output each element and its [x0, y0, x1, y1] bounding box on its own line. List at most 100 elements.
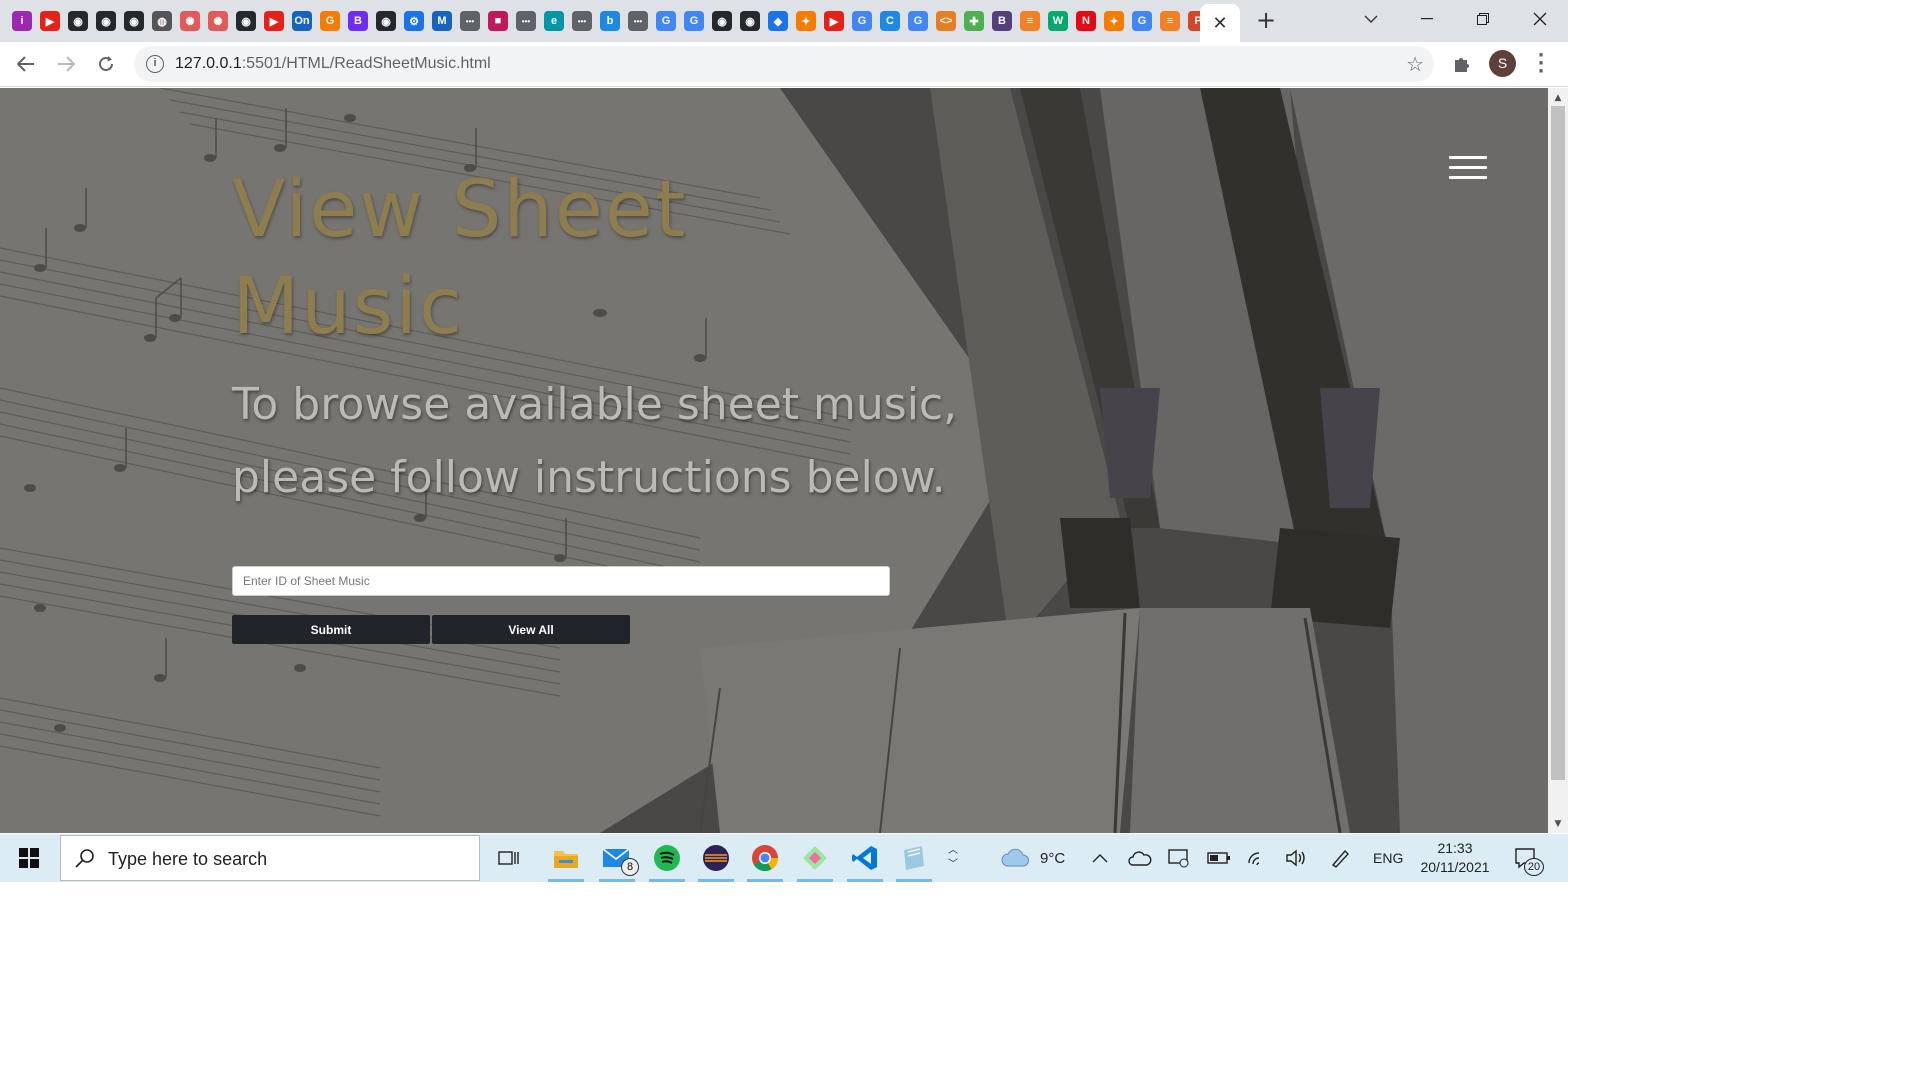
sourcetree-icon[interactable]: [795, 838, 835, 882]
clock-date: 20/11/2021: [1420, 859, 1490, 875]
google-icon[interactable]: G: [656, 11, 676, 31]
scrollbar-thumb[interactable]: [1551, 106, 1565, 780]
google-icon[interactable]: G: [1132, 11, 1152, 31]
extensions-puzzle-icon[interactable]: [1448, 50, 1476, 78]
slack-icon[interactable]: ✚: [964, 11, 984, 31]
diamond-icon[interactable]: ◆: [768, 11, 788, 31]
page-subtitle: To browse available sheet music, please …: [232, 379, 958, 503]
active-tab[interactable]: ✕: [1200, 4, 1240, 42]
taskbar-search-box[interactable]: Type here to search: [60, 835, 480, 881]
tab-search-icon[interactable]: [1343, 0, 1399, 38]
github-icon[interactable]: ◉: [68, 11, 88, 31]
notifications-count: 20: [1524, 858, 1544, 876]
wifi-icon[interactable]: [1247, 834, 1269, 882]
github-icon[interactable]: ◉: [376, 11, 396, 31]
openai-icon[interactable]: ✺: [208, 11, 228, 31]
scroll-down-icon[interactable]: ▼: [1548, 816, 1568, 832]
info-icon[interactable]: i: [12, 11, 32, 31]
github-icon[interactable]: ◉: [96, 11, 116, 31]
vscode-icon[interactable]: [845, 838, 885, 882]
eclipse-icon[interactable]: [696, 838, 736, 882]
youtube-icon[interactable]: ▶: [824, 11, 844, 31]
onedrive-icon[interactable]: [1128, 834, 1152, 882]
bootstrap-icon[interactable]: B: [992, 11, 1012, 31]
stackoverflow-icon[interactable]: ≡: [1020, 11, 1040, 31]
submit-button[interactable]: Submit: [232, 615, 430, 644]
hero-section: View Sheet Music To browse available she…: [0, 88, 1548, 833]
github-icon[interactable]: ◉: [236, 11, 256, 31]
minimize-icon[interactable]: [1399, 0, 1455, 38]
restore-icon[interactable]: [1455, 0, 1511, 38]
tab-strip: i ▶ ◉ ◉ ◉ ◍ ✺ ✺ ◉ ▶ On G B ◉ ⚙ M ••• ■ ••• e ••• b ••• G G ◉ ◉ ◆ ✦ ▶ G…: [0, 0, 1568, 42]
github-icon[interactable]: ◉: [124, 11, 144, 31]
pen-icon[interactable]: [1330, 834, 1352, 882]
battery-icon[interactable]: [1207, 834, 1231, 882]
page-title: View Sheet Music: [232, 165, 688, 352]
dots-icon[interactable]: •••: [628, 11, 648, 31]
scroll-up-icon[interactable]: ▲: [1548, 90, 1568, 106]
profile-avatar[interactable]: S: [1489, 50, 1516, 77]
back-arrow-icon[interactable]: [12, 50, 40, 78]
language-indicator[interactable]: ENG: [1373, 834, 1403, 882]
task-view-icon[interactable]: [489, 838, 529, 878]
bookmark-star-icon[interactable]: ☆: [1406, 52, 1424, 76]
address-bar[interactable]: i 127.0.0.1:5501/HTML/ReadSheetMusic.htm…: [134, 46, 1434, 82]
on-icon[interactable]: On: [292, 11, 312, 31]
code-icon[interactable]: <>: [936, 11, 956, 31]
netflix-icon[interactable]: N: [1076, 11, 1096, 31]
chrome-icon[interactable]: [745, 838, 785, 882]
url-host: 127.0.0.1: [175, 55, 242, 72]
pinned-tabs: i ▶ ◉ ◉ ◉ ◍ ✺ ✺ ◉ ▶ On G B ◉ ⚙ M ••• ■ ••• e ••• b ••• G G ◉ ◉ ◆ ✦ ▶ G…: [12, 9, 1216, 33]
mdn-icon[interactable]: M: [432, 11, 452, 31]
globe-icon[interactable]: ◍: [152, 11, 172, 31]
bing-icon[interactable]: b: [600, 11, 620, 31]
volume-icon[interactable]: [1285, 834, 1309, 882]
google-icon[interactable]: G: [852, 11, 872, 31]
c-icon[interactable]: C: [880, 11, 900, 31]
google-icon[interactable]: G: [684, 11, 704, 31]
clock[interactable]: 21:33 20/11/2021: [1412, 834, 1498, 882]
settings-icon[interactable]: ⚙: [404, 11, 424, 31]
file-explorer-icon[interactable]: [546, 838, 586, 882]
youtube-icon[interactable]: ▶: [40, 11, 60, 31]
url-text[interactable]: 127.0.0.1:5501/HTML/ReadSheetMusic.html: [175, 55, 491, 73]
reload-icon[interactable]: [92, 50, 120, 78]
mail-icon[interactable]: 8: [597, 838, 639, 882]
dots-icon[interactable]: •••: [460, 11, 480, 31]
taskbar-scroll-arrows[interactable]: ︿ ﹀: [945, 834, 961, 882]
site-info-icon[interactable]: i: [146, 55, 164, 73]
dots-icon[interactable]: •••: [572, 11, 592, 31]
close-window-icon[interactable]: [1512, 0, 1568, 38]
google-icon[interactable]: G: [908, 11, 928, 31]
windows-start-icon[interactable]: [0, 834, 58, 882]
view-all-button[interactable]: View All: [432, 615, 630, 644]
forward-arrow-icon[interactable]: [52, 50, 80, 78]
url-path: :5501/HTML/ReadSheetMusic.html: [241, 55, 491, 72]
notifications-icon[interactable]: 20: [1514, 834, 1544, 882]
app-icon[interactable]: ■: [488, 11, 508, 31]
hamburger-menu-icon[interactable]: [1449, 156, 1487, 180]
spotify-icon[interactable]: [647, 838, 687, 882]
display-icon[interactable]: [1168, 834, 1190, 882]
figma-icon[interactable]: ✦: [796, 11, 816, 31]
close-tab-icon[interactable]: ✕: [1212, 13, 1227, 34]
github-icon[interactable]: ◉: [740, 11, 760, 31]
g-orange-icon[interactable]: G: [320, 11, 340, 31]
clock-time: 21:33: [1437, 840, 1473, 856]
stackoverflow-icon[interactable]: ≡: [1160, 11, 1180, 31]
edge-icon[interactable]: e: [544, 11, 564, 31]
openai-icon[interactable]: ✺: [180, 11, 200, 31]
github-icon[interactable]: ◉: [712, 11, 732, 31]
dots-icon[interactable]: •••: [516, 11, 536, 31]
app-notepad-icon[interactable]: [894, 838, 934, 882]
bootstrap-icon[interactable]: B: [348, 11, 368, 31]
sheet-music-id-input[interactable]: [232, 566, 890, 596]
figma-icon[interactable]: ✦: [1104, 11, 1124, 31]
browser-menu-icon[interactable]: · · ·: [1532, 47, 1550, 81]
search-placeholder: Type here to search: [108, 849, 268, 869]
new-tab-button[interactable]: +: [1252, 6, 1280, 34]
show-hidden-icons-chevron-icon[interactable]: [1092, 834, 1108, 882]
w3-icon[interactable]: W: [1048, 11, 1068, 31]
weather-widget[interactable]: 9°C: [1000, 834, 1065, 882]
youtube-icon[interactable]: ▶: [264, 11, 284, 31]
